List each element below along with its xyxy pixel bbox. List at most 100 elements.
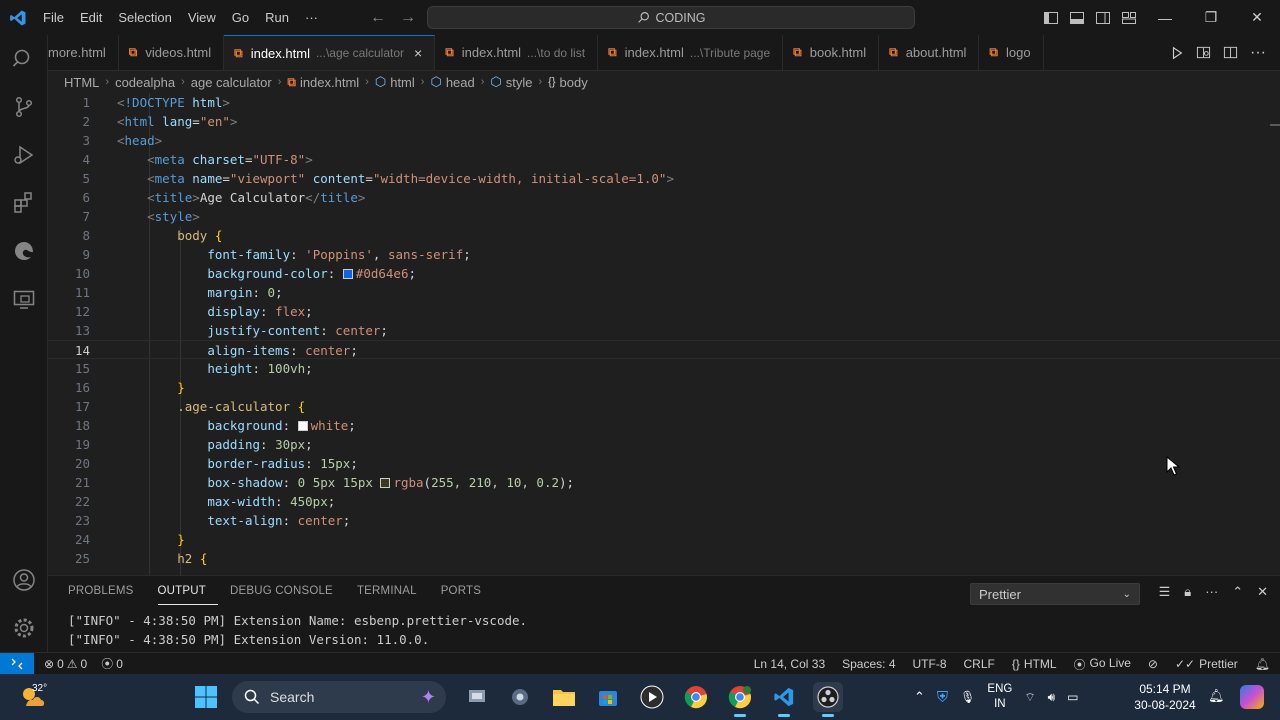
close-tab-icon[interactable]: × (414, 45, 422, 61)
encoding[interactable]: UTF-8 (913, 657, 947, 671)
maximize-panel-icon[interactable]: ⌃ (1232, 584, 1243, 600)
color-swatch-icon[interactable] (380, 478, 391, 488)
clear-output-icon[interactable]: ☰ (1159, 584, 1171, 600)
breadcrumb-symbol[interactable]: {} body (548, 75, 588, 90)
open-preview-icon[interactable] (1196, 45, 1211, 60)
breadcrumb-item[interactable]: age calculator (191, 75, 272, 90)
code-line[interactable]: 16 } (48, 378, 1280, 397)
accounts-icon[interactable] (0, 556, 48, 604)
run-debug-icon[interactable] (0, 131, 48, 179)
task-view-icon[interactable] (462, 682, 492, 712)
toggle-primary-sidebar-icon[interactable] (1043, 10, 1059, 26)
breadcrumb-symbol[interactable]: ⬡ head (430, 74, 474, 90)
code-line[interactable]: 24 } (48, 530, 1280, 549)
windows-start-icon[interactable] (194, 685, 218, 709)
menu-selection[interactable]: Selection (110, 0, 179, 35)
edge-icon[interactable] (0, 227, 48, 275)
forward-arrow-icon[interactable]: → (400, 9, 416, 27)
battery-icon[interactable]: ▭ (1067, 690, 1078, 704)
copilot-icon[interactable]: ⊘ (1148, 657, 1158, 671)
code-line[interactable]: 4 <meta charset="UTF-8"> (48, 150, 1280, 169)
close-window-icon[interactable]: ✕ (1234, 0, 1280, 35)
lock-scroll-icon[interactable]: 🔒︎ (1184, 584, 1191, 600)
extensions-icon[interactable] (0, 179, 48, 227)
menu-run[interactable]: Run (257, 0, 297, 35)
go-live-button[interactable]: ⦿ Go Live (1074, 656, 1131, 673)
code-line[interactable]: 18 background: white; (48, 416, 1280, 435)
settings-gear-icon[interactable] (0, 604, 48, 652)
code-line[interactable]: 17 .age-calculator { (48, 397, 1280, 416)
more-actions-icon[interactable]: ··· (1250, 44, 1266, 62)
menu-edit[interactable]: Edit (72, 0, 110, 35)
menu-file[interactable]: File (35, 0, 72, 35)
microphone-icon[interactable]: 🎙︎ (960, 690, 975, 704)
media-player-icon[interactable] (637, 682, 667, 712)
code-line[interactable]: 2 <html lang="en"> (48, 112, 1280, 131)
close-panel-icon[interactable]: ✕ (1257, 584, 1268, 600)
notifications-bell-icon[interactable]: 🔔︎ (1255, 657, 1270, 671)
show-hidden-icons-icon[interactable]: ⌃ (914, 689, 925, 705)
customize-layout-icon[interactable] (1121, 10, 1137, 26)
editor-tab[interactable]: ⧉more.html (48, 35, 119, 70)
problems-status[interactable]: ⊗ 0 ⚠ 0 (44, 657, 87, 671)
editor-tab[interactable]: ⧉ logo (979, 35, 1044, 70)
explorer-icon[interactable] (0, 35, 48, 83)
notification-bell-icon[interactable]: 🔔︎ (1208, 688, 1225, 704)
settings-app-icon[interactable] (505, 682, 535, 712)
code-line[interactable]: 10 background-color: #0d64e6; (48, 264, 1280, 283)
prettier-status[interactable]: ✓✓ Prettier (1175, 657, 1238, 671)
code-line[interactable]: 3 <head> (48, 131, 1280, 150)
editor-tab[interactable]: ⧉ about.html (879, 35, 980, 70)
color-swatch-icon[interactable] (297, 421, 308, 431)
line-ending[interactable]: CRLF (964, 657, 995, 671)
cursor-position[interactable]: Ln 14, Col 33 (754, 657, 825, 671)
menu-go[interactable]: Go (224, 0, 257, 35)
editor-tab[interactable]: ⧉ index.html ...\Tribute page (598, 35, 784, 70)
back-arrow-icon[interactable]: ← (370, 9, 386, 27)
code-line[interactable]: 9 font-family: 'Poppins', sans-serif; (48, 245, 1280, 264)
breadcrumb-item[interactable]: codealpha (115, 75, 175, 90)
run-file-icon[interactable] (1170, 46, 1184, 60)
code-line[interactable]: 21 box-shadow: 0 5px 15px rgba(255, 210,… (48, 473, 1280, 492)
source-control-icon[interactable] (0, 83, 48, 131)
chrome-profile-icon[interactable] (725, 682, 755, 717)
code-line[interactable]: 6 <title>Age Calculator</title> (48, 188, 1280, 207)
breadcrumb-item[interactable]: HTML (64, 75, 99, 90)
command-center[interactable]: CODING (427, 6, 915, 29)
panel-tab-output[interactable]: OUTPUT (157, 585, 218, 605)
panel-tab-problems[interactable]: PROBLEMS (68, 585, 146, 605)
breadcrumb-symbol[interactable]: ⬡ style (490, 74, 532, 90)
split-editor-icon[interactable] (1223, 45, 1238, 60)
remote-indicator-icon[interactable] (0, 652, 34, 675)
wifi-icon[interactable]: ⌔ (1024, 690, 1035, 705)
breadcrumb-file[interactable]: ⧉ index.html (287, 75, 359, 90)
chrome-icon[interactable] (681, 682, 711, 712)
code-editor[interactable]: 1 <!DOCTYPE html> 2 <html lang="en"> 3 <head>… (48, 93, 1280, 575)
microsoft-store-icon[interactable] (593, 682, 623, 712)
code-line[interactable]: 20 border-radius: 15px; (48, 454, 1280, 473)
code-line[interactable]: 1 <!DOCTYPE html> (48, 93, 1280, 112)
language-mode[interactable]: {} HTML (1012, 657, 1057, 671)
panel-tab-ports[interactable]: PORTS (441, 585, 493, 605)
vscode-taskbar-icon[interactable] (769, 682, 799, 717)
file-explorer-icon[interactable] (549, 682, 579, 712)
volume-icon[interactable]: 🔊︎ (1048, 690, 1056, 705)
editor-tab[interactable]: ⧉ videos.html (119, 35, 225, 70)
code-line[interactable]: 7 <style> (48, 207, 1280, 226)
more-actions-icon[interactable]: ··· (1205, 584, 1218, 600)
code-line[interactable]: 23 text-align: center; (48, 511, 1280, 530)
menu-more[interactable]: ··· (297, 0, 326, 35)
toggle-panel-icon[interactable] (1069, 10, 1085, 26)
code-line[interactable]: 8 body { (48, 226, 1280, 245)
code-line[interactable]: 13 justify-content: center; (48, 321, 1280, 340)
ports-status[interactable]: ⦿ 0 (101, 655, 123, 672)
taskbar-search[interactable]: Search ✦ (232, 681, 446, 713)
editor-tab[interactable]: ⧉ index.html ...\age calculator × (224, 35, 436, 70)
editor-tab[interactable]: ⧉ index.html ...\to do list (435, 35, 599, 70)
code-line[interactable]: 14 align-items: center; (48, 340, 1280, 359)
security-shield-icon[interactable]: ⛨ (937, 689, 948, 706)
minimize-icon[interactable]: — (1142, 0, 1188, 35)
obs-studio-icon[interactable] (813, 682, 843, 717)
color-swatch-icon[interactable] (342, 269, 353, 279)
clock[interactable]: 05:14 PM 30-08-2024 (1130, 681, 1200, 713)
